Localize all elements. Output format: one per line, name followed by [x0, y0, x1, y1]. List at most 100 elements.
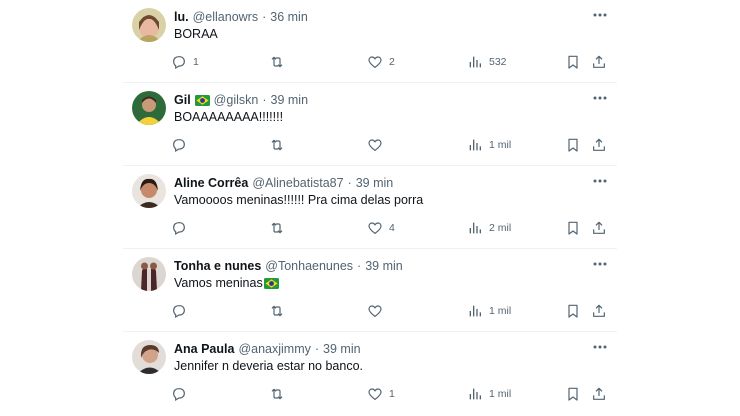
timestamp[interactable]: 39 min	[271, 92, 309, 108]
brazil-flag-icon	[194, 94, 210, 106]
timestamp[interactable]: 39 min	[323, 341, 361, 357]
avatar[interactable]	[132, 91, 166, 125]
tweet-text-content: BORAA	[174, 27, 218, 41]
avatar[interactable]	[132, 8, 166, 42]
tweet-text-content: Vamos meninas	[174, 276, 263, 290]
reply-tweet[interactable]: Tonha e nunes @Tonhaenunes · 39 min Vamo…	[123, 249, 617, 332]
separator-dot: ·	[262, 93, 267, 107]
timestamp[interactable]: 36 min	[270, 9, 308, 25]
heart-icon	[368, 305, 382, 318]
reply-button[interactable]	[171, 133, 193, 157]
reply-button[interactable]: 1	[171, 50, 199, 74]
user-handle[interactable]: @anaxjimmy	[238, 341, 310, 357]
reply-bubble-icon	[173, 56, 185, 70]
retweet-arrows-icon	[271, 222, 283, 234]
more-horizontal-icon[interactable]	[589, 338, 611, 356]
retweet-button[interactable]	[269, 299, 291, 323]
reply-tweet[interactable]: Ana Paula @anaxjimmy · 39 min Jennifer n…	[123, 332, 617, 415]
avatar[interactable]	[132, 340, 166, 374]
views-button[interactable]: 2 mil	[467, 216, 511, 240]
share-upload-icon	[593, 387, 605, 400]
like-button[interactable]	[367, 299, 389, 323]
display-name[interactable]: lu.	[174, 9, 189, 25]
display-name[interactable]: Tonha e nunes	[174, 258, 261, 274]
like-count: 1	[389, 388, 395, 400]
action-bar: 1 1 mil	[171, 382, 611, 406]
like-button[interactable]: 2	[367, 50, 395, 74]
tweet-text: BORAA	[174, 26, 218, 42]
separator-dot: ·	[357, 259, 362, 273]
tweet-header: Ana Paula @anaxjimmy · 39 min	[174, 341, 361, 357]
retweet-button[interactable]	[269, 382, 291, 406]
bookmark-button[interactable]	[565, 50, 581, 74]
share-button[interactable]	[591, 133, 607, 157]
bookmark-button[interactable]	[565, 133, 581, 157]
like-button[interactable]	[367, 133, 389, 157]
avatar[interactable]	[132, 257, 166, 291]
tweet-text-content: Vamoooos meninas!!!!!! Pra cima delas po…	[174, 193, 424, 207]
like-button[interactable]: 1	[367, 382, 395, 406]
user-handle[interactable]: @ellanowrs	[193, 9, 259, 25]
reply-button[interactable]	[171, 299, 193, 323]
views-bar-chart-icon	[469, 222, 481, 234]
avatar[interactable]	[132, 174, 166, 208]
action-bar: 1 2 532	[171, 50, 611, 74]
more-horizontal-icon[interactable]	[589, 89, 611, 107]
reply-tweet[interactable]: lu. @ellanowrs · 36 min BORAA 1 2 532	[123, 0, 617, 83]
tweet-text: Vamoooos meninas!!!!!! Pra cima delas po…	[174, 192, 423, 208]
tweet-text-content: Jennifer n deveria estar no banco.	[174, 359, 364, 373]
bookmark-button[interactable]	[565, 382, 581, 406]
reply-bubble-icon	[173, 388, 185, 402]
retweet-arrows-icon	[271, 139, 283, 151]
share-button[interactable]	[591, 299, 607, 323]
more-horizontal-icon[interactable]	[589, 255, 611, 273]
retweet-button[interactable]	[269, 216, 291, 240]
view-count: 1 mil	[489, 139, 512, 151]
bookmark-icon	[568, 387, 578, 401]
retweet-button[interactable]	[269, 133, 291, 157]
user-handle[interactable]: @Alinebatista87	[252, 175, 343, 191]
brazil-flag-icon	[263, 277, 279, 289]
share-button[interactable]	[591, 216, 607, 240]
display-name[interactable]: Aline Corrêa	[174, 175, 248, 191]
user-handle[interactable]: @Tonhaenunes	[265, 258, 353, 274]
display-name[interactable]: Gil	[174, 92, 191, 108]
views-button[interactable]: 532	[467, 50, 507, 74]
timestamp[interactable]: 39 min	[356, 175, 394, 191]
like-button[interactable]: 4	[367, 216, 395, 240]
reply-button[interactable]	[171, 382, 193, 406]
action-bar: 1 mil	[171, 299, 611, 323]
views-button[interactable]: 1 mil	[467, 133, 511, 157]
display-name[interactable]: Ana Paula	[174, 341, 234, 357]
reply-tweet[interactable]: Gil @gilskn · 39 min BOAAAAAAAA!!!!!!! 1…	[123, 83, 617, 166]
bookmark-button[interactable]	[565, 299, 581, 323]
view-count: 2 mil	[489, 222, 512, 234]
reply-button[interactable]	[171, 216, 193, 240]
view-count: 1 mil	[489, 388, 512, 400]
views-bar-chart-icon	[469, 305, 481, 317]
more-horizontal-icon[interactable]	[589, 6, 611, 24]
retweet-arrows-icon	[271, 388, 283, 400]
tweet-header: lu. @ellanowrs · 36 min	[174, 9, 308, 25]
share-button[interactable]	[591, 382, 607, 406]
more-horizontal-icon[interactable]	[589, 172, 611, 190]
views-button[interactable]: 1 mil	[467, 382, 511, 406]
retweet-button[interactable]	[269, 50, 291, 74]
timestamp[interactable]: 39 min	[365, 258, 403, 274]
share-button[interactable]	[591, 50, 607, 74]
share-upload-icon	[593, 221, 605, 234]
reply-bubble-icon	[173, 139, 185, 153]
view-count: 1 mil	[489, 305, 512, 317]
like-count: 2	[389, 56, 395, 68]
share-upload-icon	[593, 304, 605, 317]
bookmark-button[interactable]	[565, 216, 581, 240]
bookmark-icon	[568, 55, 578, 69]
user-handle[interactable]: @gilskn	[214, 92, 259, 108]
share-upload-icon	[593, 138, 605, 151]
tweet-header: Aline Corrêa @Alinebatista87 · 39 min	[174, 175, 393, 191]
views-button[interactable]: 1 mil	[467, 299, 511, 323]
tweet-text-content: BOAAAAAAAA!!!!!!!	[174, 110, 284, 124]
reply-tweet[interactable]: Aline Corrêa @Alinebatista87 · 39 min Va…	[123, 166, 617, 249]
bookmark-icon	[568, 304, 578, 318]
like-count: 4	[389, 222, 395, 234]
